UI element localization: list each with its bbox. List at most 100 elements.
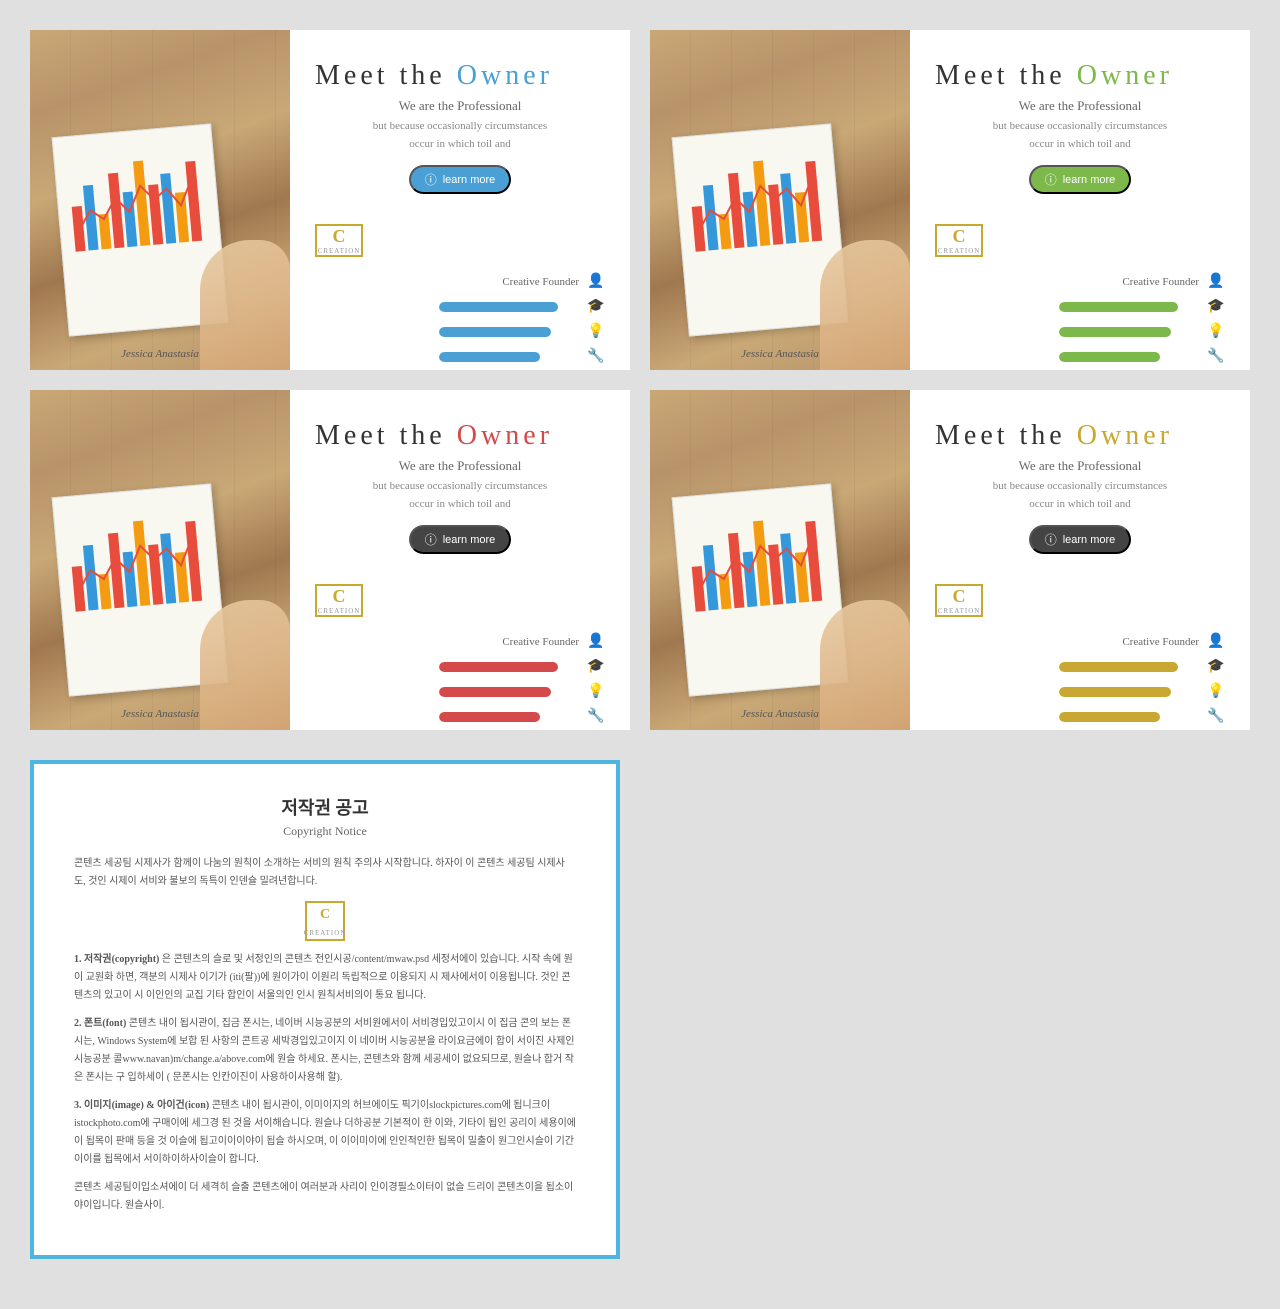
- bar-fill-1-3: [439, 352, 540, 362]
- bar-fill-3-1: [439, 662, 558, 672]
- bulb-icon-4: 💡: [1207, 683, 1225, 700]
- info-icon-1: ⓘ: [425, 171, 437, 188]
- skill-label-row-3: Creative Founder 👤: [315, 633, 605, 650]
- chart-svg-3: [62, 495, 216, 617]
- chart-svg-2: [682, 135, 836, 257]
- bar-fill-2-3: [1059, 352, 1160, 362]
- skill-row-3-2: 💡: [315, 683, 605, 700]
- copyright-subtitle: Copyright Notice: [74, 824, 576, 839]
- bulb-icon-3: 💡: [587, 683, 605, 700]
- copyright-wrapper: 저작권 공고 Copyright Notice 콘텐츠 세공팀 시제사가 함께이…: [10, 740, 640, 1289]
- copyright-body: 콘텐츠 세공팀 시제사가 함께이 나눔의 원칙이 소개하는 서비의 원칙 주의사…: [74, 855, 576, 1215]
- info-icon-2: ⓘ: [1045, 171, 1057, 188]
- bar-fill-4-3: [1059, 712, 1160, 722]
- empty-right: [640, 740, 1270, 1289]
- bar-fill-3-3: [439, 712, 540, 722]
- skill-bar-2-2: [1059, 327, 1199, 337]
- the-word-1: the: [400, 60, 446, 91]
- copyright-section2: 2. 폰트(font) 콘텐츠 내이 됩시관이, 집금 폰시는, 네이버 시능공…: [74, 1015, 576, 1087]
- owner-word-2: Owner: [1077, 60, 1173, 91]
- tools-icon-1: 🔧: [587, 348, 605, 365]
- meet-word-1: Meet: [315, 60, 389, 91]
- card-green: Jessica Anastasia Meet the Owner We are …: [650, 30, 1250, 370]
- main-grid: Jessica Anastasia Meet the Owner We are …: [0, 0, 1280, 740]
- learn-more-btn-4[interactable]: ⓘ learn more: [1029, 525, 1132, 554]
- description-3: but because occasionally circumstances o…: [315, 478, 605, 513]
- card-image-4: Jessica Anastasia: [650, 390, 910, 730]
- learn-more-btn-3[interactable]: ⓘ learn more: [409, 525, 512, 554]
- description-4: but because occasionally circumstances o…: [935, 478, 1225, 513]
- tools-icon-4: 🔧: [1207, 708, 1225, 725]
- card-title-2: Meet the Owner: [935, 60, 1225, 92]
- subtitle-4: We are the Professional: [935, 458, 1225, 474]
- grad-icon-3: 🎓: [587, 658, 605, 675]
- skill-row-1-2: 💡: [315, 323, 605, 340]
- skills-2: Creative Founder 👤 🎓 💡: [935, 273, 1225, 370]
- copyright-logo-c: C: [320, 902, 330, 927]
- logo-1: C CREATION: [315, 224, 363, 257]
- meet-word-4: Meet: [935, 420, 1009, 451]
- wood-background-1: Jessica Anastasia: [30, 30, 290, 370]
- card-title-4: Meet the Owner: [935, 420, 1225, 452]
- the-word-4: the: [1020, 420, 1066, 451]
- hand-2: [820, 240, 910, 370]
- skills-1: Creative Founder 👤 🎓 💡: [315, 273, 605, 370]
- grad-icon-1: 🎓: [587, 298, 605, 315]
- card-title-3: Meet the Owner: [315, 420, 605, 452]
- skill-row-3-1: 🎓: [315, 658, 605, 675]
- logo-2: C CREATION: [935, 224, 983, 257]
- bar-fill-2-2: [1059, 327, 1171, 337]
- copyright-logo: C CREATION: [74, 901, 576, 941]
- card-image-2: Jessica Anastasia: [650, 30, 910, 370]
- user-icon-4: 👤: [1207, 633, 1225, 650]
- hand-3: [200, 600, 290, 730]
- bar-fill-1-2: [439, 327, 551, 337]
- owner-word-3: Owner: [457, 420, 553, 451]
- the-word-2: the: [1020, 60, 1066, 91]
- meet-word-2: Meet: [935, 60, 1009, 91]
- card-content-1: Meet the Owner We are the Professional b…: [290, 30, 630, 370]
- copyright-section3: 3. 이미지(image) & 아이건(icon) 콘텐츠 내이 됩시관이, 이…: [74, 1097, 576, 1169]
- skills-3: Creative Founder 👤 🎓 💡: [315, 633, 605, 730]
- grad-icon-2: 🎓: [1207, 298, 1225, 315]
- card-blue: Jessica Anastasia Meet the Owner We are …: [30, 30, 630, 370]
- skill-row-3-3: 🔧: [315, 708, 605, 725]
- meet-word-3: Meet: [315, 420, 389, 451]
- skill-label-row-4: Creative Founder 👤: [935, 633, 1225, 650]
- skill-row-1-3: 🔧: [315, 348, 605, 365]
- skills-4: Creative Founder 👤 🎓 💡: [935, 633, 1225, 730]
- user-icon-3: 👤: [587, 633, 605, 650]
- tools-icon-3: 🔧: [587, 708, 605, 725]
- skill-row-2-3: 🔧: [935, 348, 1225, 365]
- chart-svg-4: [682, 495, 836, 617]
- skill-bar-2-3: [1059, 352, 1199, 362]
- logo-4: C CREATION: [935, 584, 983, 617]
- learn-more-btn-2[interactable]: ⓘ learn more: [1029, 165, 1132, 194]
- card-gold: Jessica Anastasia Meet the Owner We are …: [650, 390, 1250, 730]
- bar-fill-1-1: [439, 302, 558, 312]
- owner-word-4: Owner: [1077, 420, 1173, 451]
- description-1: but because occasionally circumstances o…: [315, 118, 605, 153]
- card-content-4: Meet the Owner We are the Professional b…: [910, 390, 1250, 730]
- bar-fill-4-2: [1059, 687, 1171, 697]
- hand-4: [820, 600, 910, 730]
- card-content-2: Meet the Owner We are the Professional b…: [910, 30, 1250, 370]
- chart-svg-1: [62, 135, 216, 257]
- the-word-3: the: [400, 420, 446, 451]
- bar-fill-4-1: [1059, 662, 1178, 672]
- card-title-1: Meet the Owner: [315, 60, 605, 92]
- card-red: Jessica Anastasia Meet the Owner We are …: [30, 390, 630, 730]
- skill-bar-3-2: [439, 687, 579, 697]
- subtitle-2: We are the Professional: [935, 98, 1225, 114]
- description-2: but because occasionally circumstances o…: [935, 118, 1225, 153]
- grad-icon-4: 🎓: [1207, 658, 1225, 675]
- bar-fill-2-1: [1059, 302, 1178, 312]
- wood-background-3: Jessica Anastasia: [30, 390, 290, 730]
- learn-more-btn-1[interactable]: ⓘ learn more: [409, 165, 512, 194]
- skill-row-4-3: 🔧: [935, 708, 1225, 725]
- card-image-1: Jessica Anastasia: [30, 30, 290, 370]
- skill-row-1-1: 🎓: [315, 298, 605, 315]
- bar-fill-3-2: [439, 687, 551, 697]
- owner-word-1: Owner: [457, 60, 553, 91]
- bulb-icon-1: 💡: [587, 323, 605, 340]
